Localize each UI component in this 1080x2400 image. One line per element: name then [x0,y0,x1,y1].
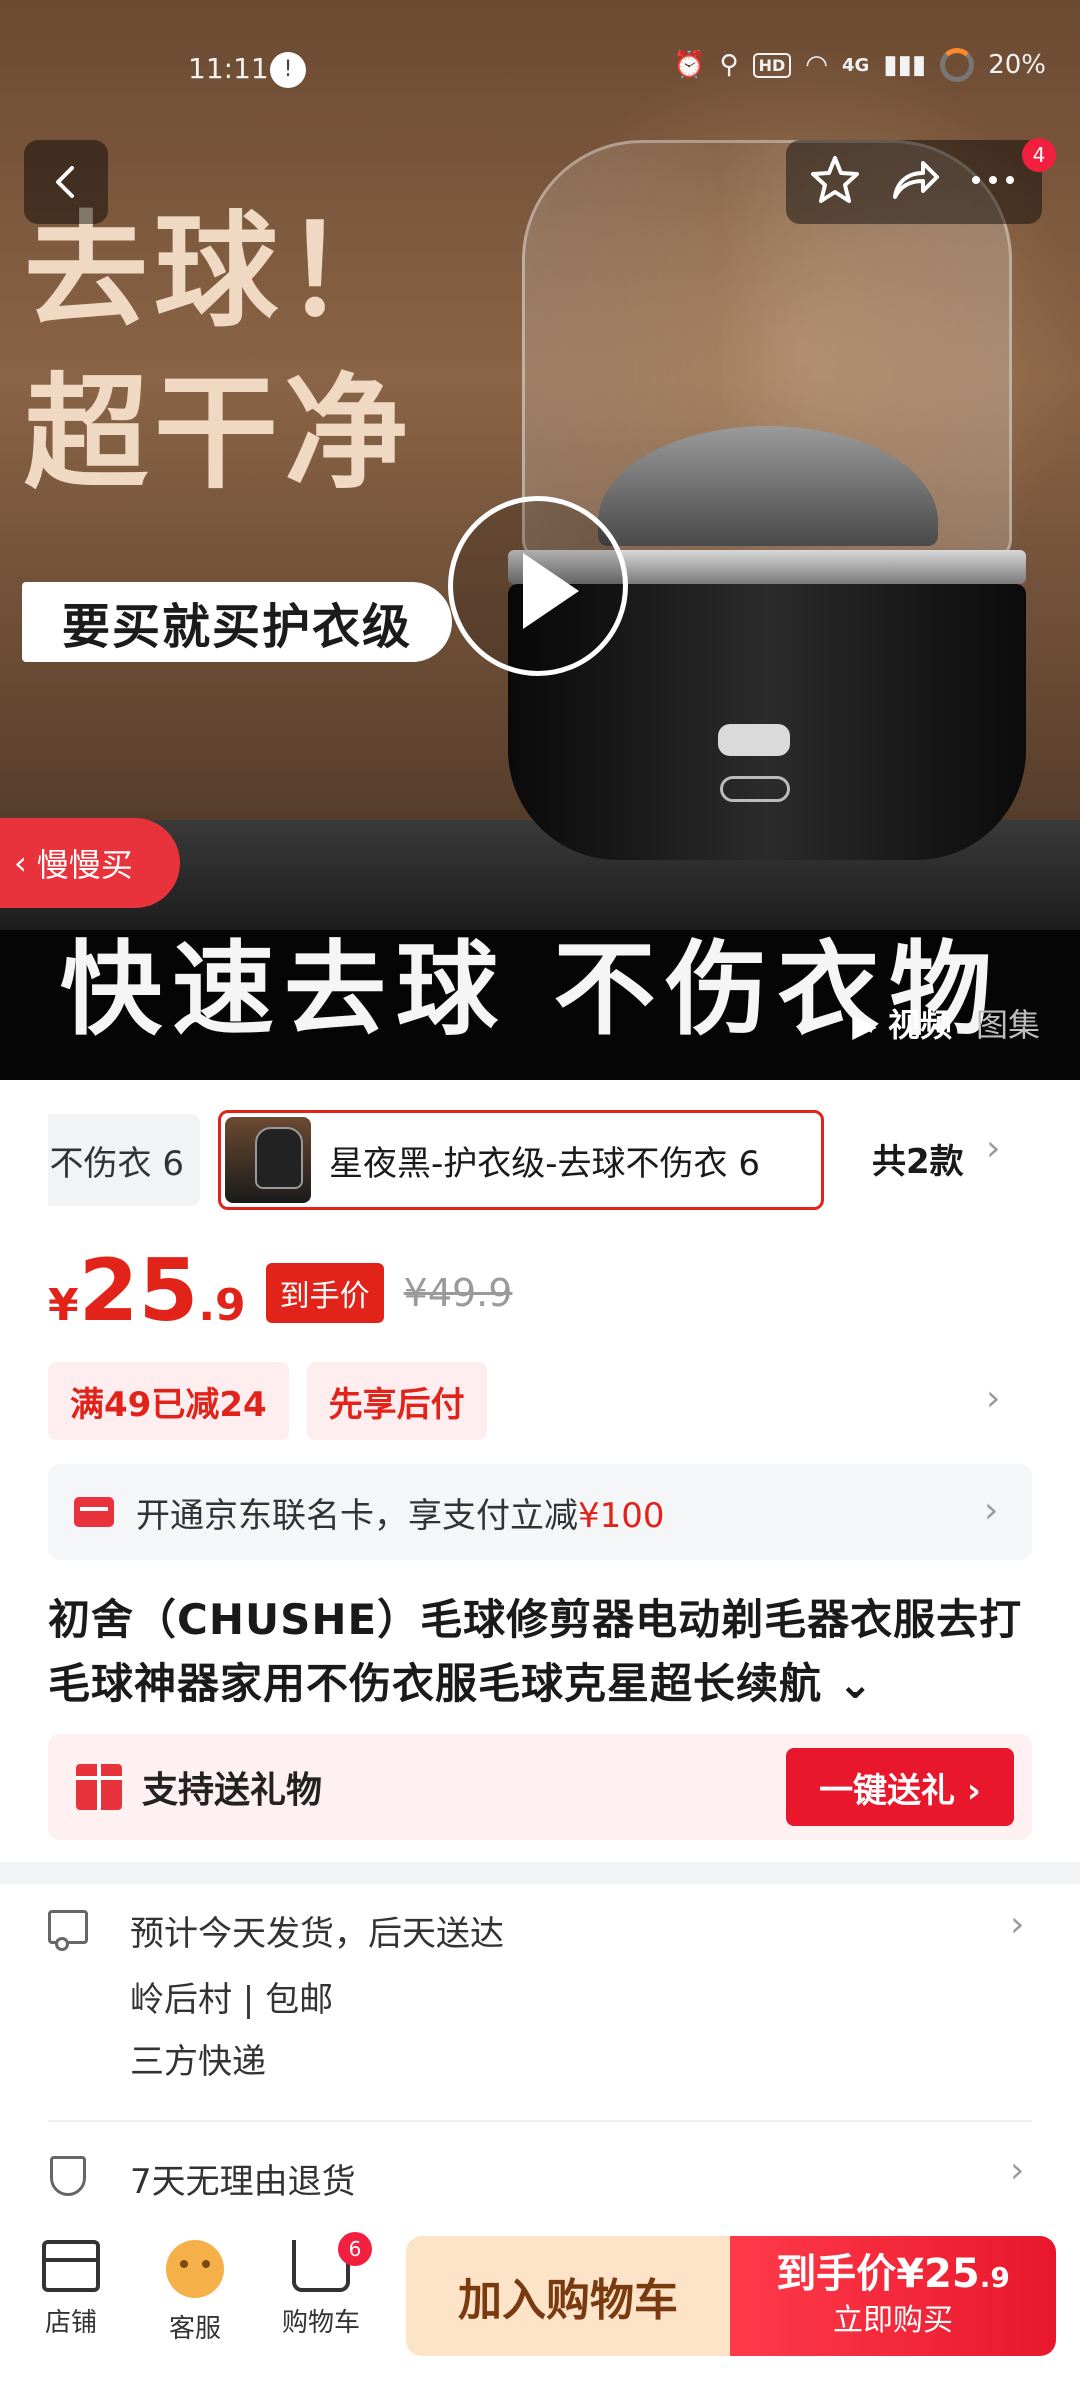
divider [48,2120,1032,2122]
tab-gallery[interactable]: 图集 [976,1000,1040,1046]
promo-row[interactable]: 满49已减24 先享后付 [48,1362,487,1440]
promo-discount[interactable]: 满49已减24 [48,1362,289,1440]
variant-thumb-shape [255,1127,303,1189]
return-policy[interactable]: 7天无理由退货 › [48,2150,1032,2206]
cart-button[interactable]: 6 购物车 [266,2232,376,2339]
store-label: 店铺 [44,2308,97,2338]
price-row: ¥ 25 .9 到手价 ¥49.9 [48,1248,512,1338]
original-price: ¥49.9 [403,1271,513,1315]
location-icon: ⚲ [719,50,739,80]
gift-label: 支持送礼物 [142,1770,323,1811]
price-symbol: ¥ [48,1280,79,1331]
message-badge: 4 [1022,138,1056,172]
price-decimal: .9 [198,1280,246,1331]
shipping-eta: 预计今天发货，后天送达 [130,1914,504,1954]
notification-dot: ! [270,52,306,88]
favorite-button[interactable] [808,153,862,211]
chevron-left-icon: ‹ [14,844,27,882]
slow-buy-button[interactable]: ‹ 慢慢买 [0,818,180,908]
add-to-cart-button[interactable]: 加入购物车 [406,2236,730,2356]
cart-badge: 6 [338,2232,372,2266]
customer-service-button[interactable]: 客服 [140,2240,250,2345]
wifi-icon: ◠ [805,50,828,80]
gift-icon [76,1764,122,1810]
gift-row: 支持送礼物 一键送礼 › [48,1734,1032,1840]
card-promo-label: 开通京东联名卡，享支付立减 [136,1495,578,1536]
card-promo-text: 开通京东联名卡，享支付立减¥100 [136,1488,665,1537]
variant-thumbnail [225,1117,311,1203]
buy-now-label: 立即购买 [833,2303,953,2338]
top-right-actions: 4 [786,138,1056,224]
card-promo-amount: ¥100 [578,1495,665,1536]
tab-video-label: 视频 [887,1006,952,1044]
chevron-left-icon [56,166,74,198]
chevron-right-icon[interactable]: › [986,1128,1000,1169]
more-icon [971,176,1014,184]
chevron-right-icon: › [1010,1904,1025,1945]
signal-icon: ▮▮▮ [883,50,927,80]
product-device-image [508,140,1026,860]
status-time: 11:11 [188,52,269,85]
shield-icon [50,2156,86,2196]
play-icon [523,553,579,629]
variant-selected-label: 星夜黑-护衣级-去球不伤衣 6 [329,1143,760,1184]
variant-option-selected[interactable]: 星夜黑-护衣级-去球不伤衣 6 [218,1110,824,1210]
store-icon [42,2240,100,2292]
product-media[interactable]: 去球！ 超干净 要买就买护衣级 快速去球 不伤衣物 ‹ 慢慢买 ▶ 视频 图集 … [0,0,1080,1080]
hero-headline-1: 去球！ [24,200,415,344]
customer-service-icon [166,2240,224,2298]
customer-service-label: 客服 [168,2314,221,2344]
tab-video[interactable]: ▶ 视频 [852,1000,952,1046]
chevron-right-icon: › [984,1490,999,1531]
variant-count[interactable]: 共2款 [872,1134,964,1183]
truck-icon [48,1910,88,1951]
buy-price-decimal: .9 [979,2261,1010,2294]
final-price-tag: 到手价 [265,1263,384,1323]
return-policy-label: 7天无理由退货 [130,2162,356,2202]
device-port [720,776,790,802]
buy-price-value: ¥25 [896,2251,980,2297]
product-title[interactable]: 初舍（CHUSHE）毛球修剪器电动剃毛器衣服去打毛球神器家用不伤衣服毛球克星超长… [48,1588,1038,1716]
device-button [718,724,790,756]
slow-buy-label: 慢慢买 [36,846,133,884]
credit-card-icon [74,1497,114,1527]
play-video-button[interactable] [448,496,628,676]
store-button[interactable]: 店铺 [16,2240,126,2339]
share-icon [892,161,939,199]
star-icon [811,156,860,203]
back-button[interactable] [24,140,108,224]
send-gift-button[interactable]: 一键送礼 › [786,1748,1014,1826]
variant-selector: 不伤衣 6 星夜黑-护衣级-去球不伤衣 6 共2款 › [0,1110,1080,1214]
chevron-right-icon: › [1010,2150,1025,2191]
more-button[interactable] [966,153,1020,211]
alarm-icon: ⏰ [673,50,706,80]
battery-icon [940,48,975,82]
section-divider [0,1862,1080,1884]
status-icons: ⏰ ⚲ HD ◠ 4G ▮▮▮ 20% [673,48,1046,82]
shipping-location: 岭后村 | 包邮 [130,1980,334,2020]
chevron-right-icon[interactable]: › [986,1378,1000,1419]
price-integer: 25 [78,1241,199,1341]
shipping-carrier: 三方快递 [130,2042,266,2082]
hero-tagline: 要买就买护衣级 [22,582,452,662]
share-button[interactable] [887,153,941,211]
hd-icon: HD [752,52,792,78]
promo-pay-later[interactable]: 先享后付 [306,1362,487,1440]
variant-option-prev[interactable]: 不伤衣 6 [48,1114,200,1206]
network-label: 4G [841,54,870,76]
shipping-info[interactable]: 预计今天发货，后天送达 岭后村 | 包邮 三方快递 › [48,1900,1032,2100]
cart-label: 购物车 [281,2308,360,2338]
hero-headline-2: 超干净 [24,362,415,506]
buy-price: 到手价¥25.9 [730,2250,1056,2302]
buy-price-prefix: 到手价 [776,2251,897,2297]
status-bar: 11:11 ! ⏰ ⚲ HD ◠ 4G ▮▮▮ 20% [0,0,1080,140]
cobrand-card-promo[interactable]: 开通京东联名卡，享支付立减¥100 › [48,1464,1032,1560]
media-tabs: ▶ 视频 图集 [852,1000,1040,1046]
buy-now-button[interactable]: 到手价¥25.9 立即购买 [730,2236,1056,2356]
battery-level: 20% [988,50,1046,80]
bottom-action-bar: 店铺 客服 6 购物车 加入购物车 到手价¥25.9 立即购买 [0,2220,1080,2400]
